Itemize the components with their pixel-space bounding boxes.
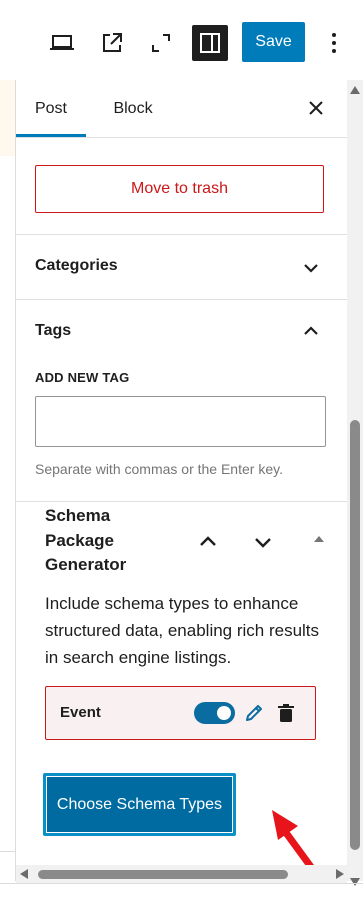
horizontal-scroll-thumb[interactable] [38, 870, 288, 879]
save-button[interactable]: Save [242, 22, 305, 62]
divider [16, 501, 347, 502]
fullscreen-button[interactable] [143, 25, 179, 61]
tags-help-text: Separate with commas or the Enter key. [35, 461, 283, 477]
move-to-trash-button[interactable]: Move to trash [35, 165, 324, 213]
editor-toolbar: Save [0, 0, 363, 81]
editor-canvas [0, 80, 16, 881]
scroll-up-arrow-icon[interactable] [350, 86, 360, 94]
add-new-tag-label: ADD NEW TAG [35, 370, 130, 385]
laptop-icon [50, 35, 74, 50]
move-up-icon[interactable] [196, 530, 220, 554]
move-down-icon[interactable] [251, 530, 275, 554]
schema-description: Include schema types to enhance structur… [45, 594, 320, 667]
active-tab-indicator [16, 134, 86, 137]
settings-sidebar: Post Block Move to trash Categories Tags… [16, 80, 347, 880]
chevron-down-icon [304, 264, 318, 273]
tab-post[interactable]: Post [16, 80, 86, 137]
sidebar-toggle-icon [200, 33, 220, 53]
scroll-right-arrow-icon[interactable] [336, 869, 344, 879]
categories-panel-toggle[interactable]: Categories [16, 235, 347, 299]
divider [16, 299, 347, 300]
close-sidebar-button[interactable] [302, 94, 330, 122]
vertical-scroll-thumb[interactable] [350, 420, 360, 850]
schema-panel-title: Schema Package Generator [45, 506, 127, 574]
canvas-divider [0, 851, 15, 852]
schema-enable-toggle[interactable] [194, 702, 235, 724]
tags-title[interactable]: Tags [35, 322, 71, 340]
pencil-icon[interactable] [242, 701, 266, 725]
preview-button[interactable] [94, 25, 130, 61]
bottom-divider [0, 883, 363, 884]
canvas-notice [0, 80, 15, 156]
scroll-left-arrow-icon[interactable] [20, 869, 28, 879]
settings-sidebar-button[interactable] [192, 25, 228, 61]
chevron-up-icon[interactable] [300, 320, 322, 342]
choose-schema-types-button[interactable]: Choose Schema Types [43, 773, 236, 836]
trash-icon[interactable] [274, 701, 298, 725]
toggle-knob [217, 706, 231, 720]
close-icon [309, 101, 323, 115]
vertical-ellipsis-icon [332, 33, 336, 53]
schema-item-label: Event [60, 704, 101, 721]
scroll-down-arrow-icon[interactable] [350, 878, 360, 886]
fullscreen-icon [152, 34, 170, 52]
collapse-triangle-icon[interactable] [312, 532, 326, 546]
tab-block[interactable]: Block [98, 80, 168, 137]
sidebar-tabs: Post Block [16, 80, 347, 138]
categories-title: Categories [35, 257, 118, 274]
schema-item-event: Event [45, 686, 316, 740]
view-device-button[interactable] [44, 25, 80, 61]
options-button[interactable] [322, 25, 346, 61]
external-link-icon [103, 33, 122, 52]
add-tag-input[interactable] [35, 396, 326, 447]
